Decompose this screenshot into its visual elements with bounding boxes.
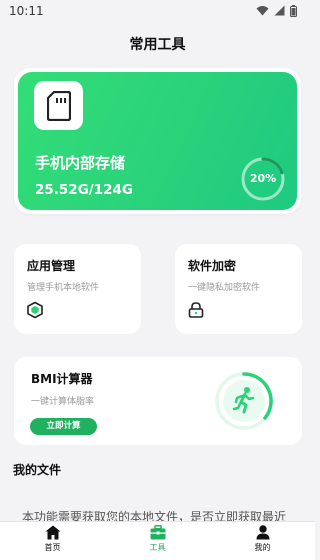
bmi-desc: 一键计算体脂率	[31, 397, 95, 407]
tab-profile[interactable]: 我的	[210, 522, 315, 560]
app-encrypt-card[interactable]: 软件加密 一键隐私加密软件	[175, 244, 302, 334]
sd-card-icon-box	[34, 81, 83, 130]
running-person-icon	[215, 372, 273, 430]
storage-size: 25.52G/124G	[35, 182, 133, 198]
storage-card[interactable]: 手机内部存储 25.52G/124G 20%	[14, 68, 301, 214]
app-manage-card[interactable]: 应用管理 管理手机本地软件	[14, 244, 141, 334]
status-bar: 10:11	[0, 0, 315, 24]
status-time: 10:11	[9, 4, 44, 18]
page-title: 常用工具	[129, 37, 186, 53]
tab-home[interactable]: 首页	[0, 522, 105, 560]
bmi-calculate-button[interactable]: 立即计算	[30, 418, 97, 435]
sd-card-icon	[46, 90, 71, 121]
bottom-tab-bar: 首页 工具 我的	[0, 521, 315, 560]
cube-icon	[27, 301, 43, 319]
signal-icon	[274, 5, 285, 16]
status-icons	[256, 5, 297, 17]
my-files-title: 我的文件	[13, 463, 62, 477]
bmi-card[interactable]: BMI计算器 一键计算体脂率 立即计算	[14, 357, 302, 445]
tab-tools-label: 工具	[149, 543, 166, 552]
app-manage-desc: 管理手机本地软件	[27, 283, 100, 293]
home-icon	[45, 525, 60, 540]
tab-tools[interactable]: 工具	[105, 522, 210, 560]
storage-card-inner: 手机内部存储 25.52G/124G 20%	[18, 72, 297, 210]
app-encrypt-desc: 一键隐私加密软件	[188, 283, 261, 293]
tab-profile-label: 我的	[254, 543, 271, 552]
user-icon	[256, 525, 269, 540]
battery-icon	[290, 5, 297, 17]
storage-percent: 20%	[249, 172, 277, 185]
app-encrypt-title: 软件加密	[188, 259, 237, 273]
tab-home-label: 首页	[44, 543, 61, 552]
app-manage-title: 应用管理	[27, 259, 76, 273]
storage-title: 手机内部存储	[35, 154, 126, 172]
lock-icon	[188, 302, 204, 318]
toolbox-icon	[150, 525, 165, 540]
wifi-icon	[256, 6, 269, 16]
bmi-title: BMI计算器	[31, 372, 93, 386]
